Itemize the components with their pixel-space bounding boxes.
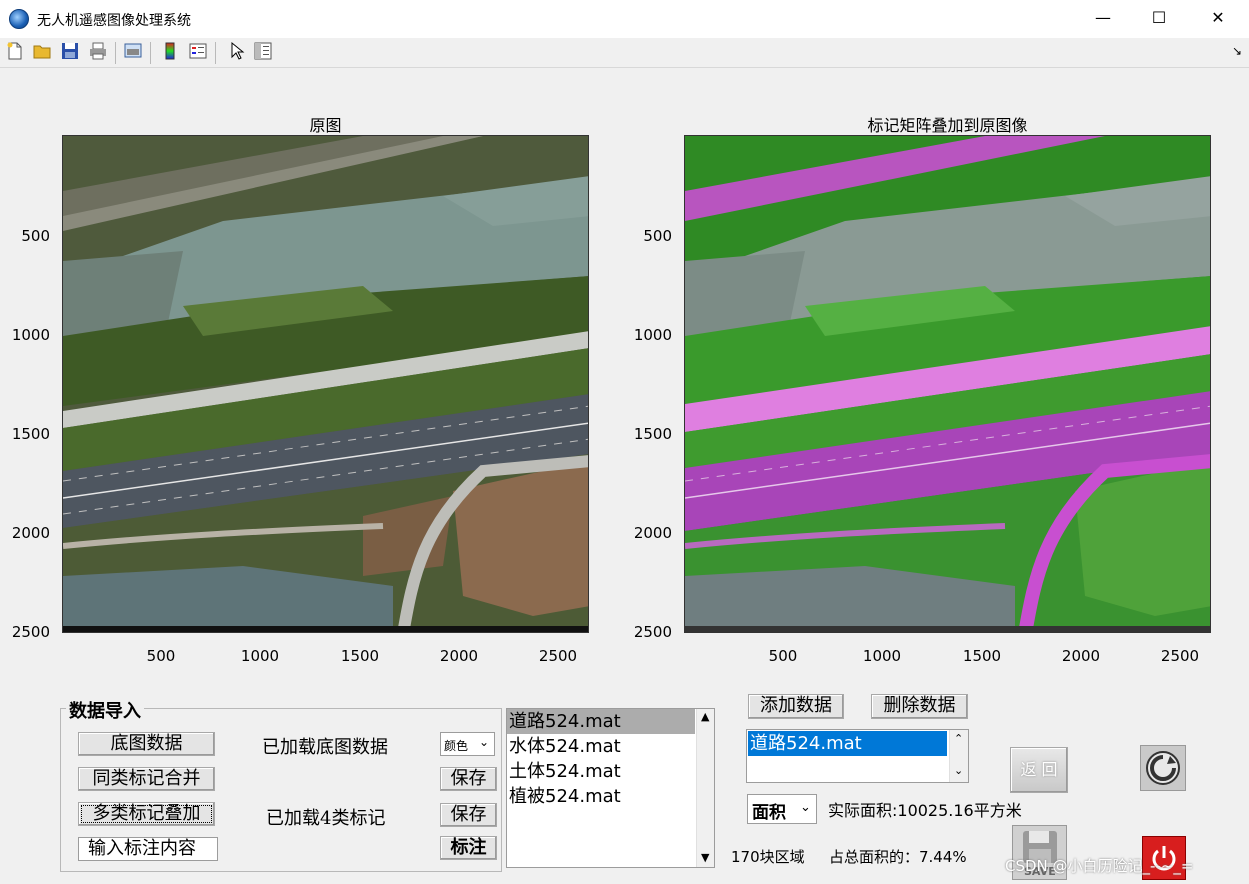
list-item-soil[interactable]: 土体524.mat (507, 759, 695, 784)
property-inspector-icon[interactable] (252, 41, 274, 63)
left-xtick: 2500 (538, 647, 578, 665)
left-ytick: 1000 (11, 326, 50, 344)
overlay-multi-class-button[interactable]: 多类标记叠加 (78, 802, 215, 826)
watermark-text: CSDN @小白历险记_--~_= (1005, 857, 1194, 875)
right-ytick: 2000 (633, 524, 672, 542)
right-xtick: 500 (768, 647, 798, 665)
refresh-button[interactable] (1140, 745, 1186, 791)
save-button-2[interactable]: 保存 (440, 803, 497, 827)
base-status: 已加载底图数据 (262, 737, 388, 758)
toolbar-separator (215, 42, 216, 64)
merge-same-class-button[interactable]: 同类标记合并 (78, 767, 215, 791)
import-panel-title: 数据导入 (66, 697, 144, 723)
left-ytick: 2000 (11, 524, 50, 542)
color-select[interactable]: 颜色 ⌄ (440, 732, 495, 756)
left-ytick: 500 (21, 227, 50, 245)
chevron-down-icon: ⌄ (479, 735, 490, 749)
new-file-icon[interactable] (4, 41, 26, 63)
save-icon[interactable] (59, 41, 81, 63)
print-preview-icon[interactable] (122, 41, 144, 63)
original-image[interactable] (62, 135, 589, 633)
scroll-down-icon[interactable]: ⌄ (954, 764, 963, 777)
print-icon[interactable] (87, 41, 109, 63)
list-item-road[interactable]: 道路524.mat (507, 709, 695, 734)
overlay-status: 已加载4类标记 (266, 808, 386, 829)
colorbar-icon[interactable] (159, 41, 181, 63)
right-ytick: 500 (643, 227, 672, 245)
left-xtick: 2000 (439, 647, 479, 665)
dock-arrow-icon[interactable]: ↘ (1232, 44, 1242, 58)
overlay-image[interactable] (684, 135, 1211, 633)
right-ytick: 1500 (633, 425, 672, 443)
list-item-water[interactable]: 水体524.mat (507, 734, 695, 759)
chevron-down-icon: ⌄ (800, 800, 811, 815)
delete-data-button[interactable]: 删除数据 (871, 694, 968, 719)
scroll-down-icon[interactable]: ▼ (701, 851, 709, 864)
right-ytick: 2500 (633, 623, 672, 641)
scroll-up-icon[interactable]: ⌃ (954, 732, 963, 745)
list-item-vegetation[interactable]: 植被524.mat (507, 784, 695, 809)
right-xtick: 2000 (1061, 647, 1101, 665)
left-xtick: 1500 (340, 647, 380, 665)
left-xtick: 500 (146, 647, 176, 665)
list-scrollbar[interactable]: ▲ ▼ (696, 709, 714, 867)
color-select-value: 颜色 (444, 739, 469, 753)
metric-select[interactable]: 面积 ⌄ (747, 794, 817, 824)
annotation-input[interactable]: 输入标注内容 (78, 837, 218, 861)
close-button[interactable]: ✕ (1190, 0, 1246, 38)
right-xtick: 1000 (862, 647, 902, 665)
pointer-icon[interactable] (225, 41, 247, 63)
actual-area-text: 实际面积:10025.16平方米 (828, 801, 1022, 820)
selected-list-item[interactable]: 道路524.mat (748, 731, 947, 756)
app-icon (9, 9, 29, 29)
annotate-button[interactable]: 标注 (440, 836, 497, 860)
metric-select-value: 面积 (752, 803, 786, 823)
scroll-up-icon[interactable]: ▲ (701, 710, 709, 723)
toolbar-separator (150, 42, 151, 64)
open-folder-icon[interactable] (31, 41, 53, 63)
right-axes-title: 标记矩阵叠加到原图像 (867, 116, 1028, 135)
selected-data-listbox[interactable]: 道路524.mat ⌃ ⌄ (746, 729, 969, 783)
minimize-button[interactable]: — (1075, 0, 1131, 38)
file-listbox[interactable]: 道路524.mat 水体524.mat 土体524.mat 植被524.mat … (506, 708, 715, 868)
toolbar-separator (115, 42, 116, 64)
selected-list-scrollbar[interactable]: ⌃ ⌄ (949, 730, 968, 782)
base-image-button[interactable]: 底图数据 (78, 732, 215, 756)
left-axes-title: 原图 (309, 116, 342, 135)
region-count-text: 170块区域 (731, 848, 805, 866)
left-ytick: 2500 (11, 623, 50, 641)
left-xtick: 1000 (240, 647, 280, 665)
refresh-icon (1146, 751, 1180, 785)
add-data-button[interactable]: 添加数据 (748, 694, 844, 719)
right-ytick: 1000 (633, 326, 672, 344)
legend-icon[interactable] (187, 41, 209, 63)
right-xtick: 1500 (962, 647, 1002, 665)
back-button[interactable]: 返 回 (1010, 747, 1068, 793)
right-xtick: 2500 (1160, 647, 1200, 665)
left-ytick: 1500 (11, 425, 50, 443)
window-title: 无人机遥感图像处理系统 (37, 13, 191, 29)
maximize-button[interactable]: ☐ (1131, 0, 1187, 38)
area-ratio-text: 占总面积的：7.44% (829, 848, 967, 866)
save-button-1[interactable]: 保存 (440, 767, 497, 791)
